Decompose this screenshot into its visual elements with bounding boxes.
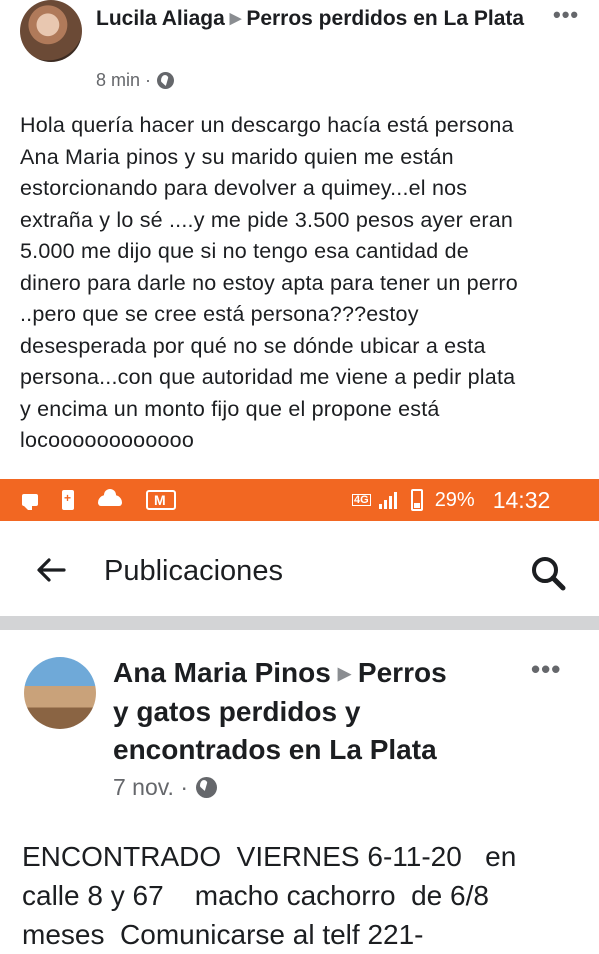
signal-icon <box>378 491 397 509</box>
body-line: 5.000 me dijo que si no tengo esa cantid… <box>20 239 469 263</box>
android-status-bar: 4G 29% 14:32 <box>0 479 599 521</box>
post2-meta: 7 nov. · <box>113 774 217 801</box>
post1-author[interactable]: Lucila Aliaga <box>96 7 225 30</box>
notification-icons <box>22 479 176 521</box>
shared-to-arrow-icon: ▶ <box>229 10 242 27</box>
clock: 14:32 <box>492 486 551 513</box>
body-line: Hola quería hacer un descargo hacía está… <box>20 113 514 137</box>
post2-group[interactable]: Perros <box>358 657 447 688</box>
post2-time[interactable]: 7 nov. · <box>113 774 188 801</box>
body-line: ..pero que se cree está persona???estoy <box>20 302 419 326</box>
body-line: extraña y lo sé ....y me pide 3.500 peso… <box>20 207 514 232</box>
battery-saver-icon <box>62 490 74 510</box>
post2-header: Ana Maria Pinos ▶ Perros y gatos perdidos … <box>113 654 513 769</box>
post1-meta: 8 min · <box>96 70 175 91</box>
battery-percent: 29% <box>434 488 475 511</box>
body-line: desesperada por qué no se dónde ubicar a… <box>20 333 486 358</box>
post1-group[interactable]: Perros perdidos en La Plata <box>246 7 524 30</box>
body-line: Ana Maria pinos y su marido quien me est… <box>20 144 454 169</box>
body-line: meses Comunicarse al telf 221- <box>22 919 424 950</box>
section-divider <box>0 616 599 630</box>
search-icon[interactable] <box>528 553 568 593</box>
body-line: estorcionando para devolver a quimey...e… <box>20 176 468 200</box>
gmail-icon <box>146 490 176 510</box>
network-4g-icon: 4G <box>352 494 371 506</box>
back-arrow-icon[interactable] <box>34 552 68 588</box>
cloud-icon <box>98 488 122 506</box>
message-icon <box>22 494 38 510</box>
post2-body: ENCONTRADO VIERNES 6-11-20 en calle 8 y 6… <box>22 837 592 954</box>
shared-to-arrow-icon: ▶ <box>337 664 351 683</box>
post1-more-options-icon[interactable]: ••• <box>553 2 579 28</box>
post2-group-cont2[interactable]: encontrados en La Plata <box>113 734 437 765</box>
body-line: ENCONTRADO VIERNES 6-11-20 en <box>22 841 517 872</box>
body-line: calle 8 y 67 macho cachorro de 6/8 <box>22 880 489 911</box>
post1-time[interactable]: 8 min · <box>96 70 151 91</box>
avatar-lucila[interactable] <box>20 0 82 62</box>
body-line: persona...con que autoridad me viene a p… <box>20 365 516 389</box>
status-indicators: 4G 29% 14:32 <box>352 479 550 521</box>
post1-body: Hola quería hacer un descargo hacía está… <box>20 110 590 457</box>
globe-icon <box>196 777 217 798</box>
post2-author[interactable]: Ana Maria Pinos <box>113 657 331 688</box>
body-line: y encima un monto fijo que el propone es… <box>20 396 440 421</box>
post2-more-options-icon[interactable]: ••• <box>531 654 561 685</box>
page-title: Publicaciones <box>104 555 283 587</box>
body-line: dinero para darle no estoy apta para ten… <box>20 270 518 295</box>
battery-icon <box>410 489 423 511</box>
avatar-ana-maria[interactable] <box>24 657 96 729</box>
body-line: locoooooooooooo <box>20 428 194 452</box>
globe-icon <box>157 72 175 89</box>
post2-group-cont[interactable]: y gatos perdidos y <box>113 696 360 727</box>
post1-header: Lucila Aliaga ▶ Perros perdidos en La Plat… <box>96 4 526 34</box>
